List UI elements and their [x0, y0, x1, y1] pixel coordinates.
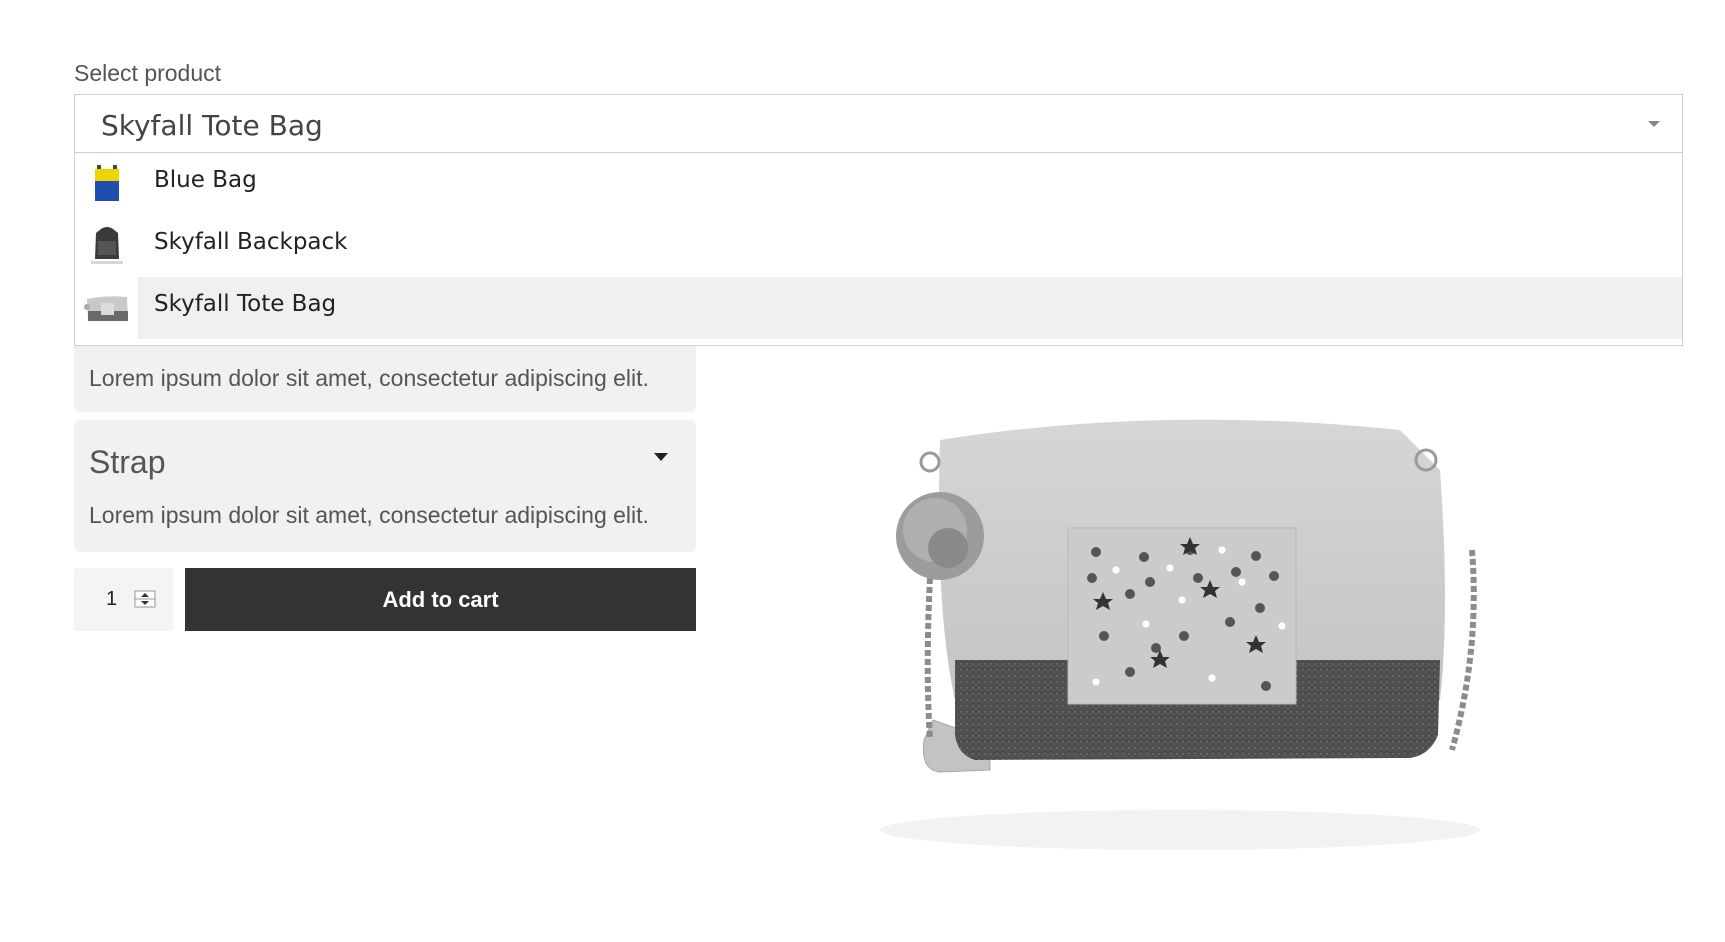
select-product-label: Select product [74, 60, 222, 86]
strap-panel-title: Strap [89, 444, 166, 480]
chevron-down-icon[interactable] [1648, 121, 1660, 127]
panel-description: Lorem ipsum dolor sit amet, consectetur … [89, 502, 649, 528]
product-select[interactable]: Skyfall Tote Bag [74, 94, 1683, 153]
quantity-stepper[interactable]: 1 [74, 568, 173, 631]
panel-description: Lorem ipsum dolor sit amet, consectetur … [89, 365, 649, 391]
product-dropdown-list: Blue Bag Skyfall Backpack Skyfall Tote B… [74, 153, 1683, 346]
strap-panel[interactable]: Strap Lorem ipsum dolor sit amet, consec… [74, 420, 696, 552]
option-blue-bag[interactable]: Blue Bag [75, 153, 1682, 215]
quantity-value: 1 [106, 588, 118, 610]
blue-bag-thumbnail [95, 165, 119, 201]
option-skyfall-backpack[interactable]: Skyfall Backpack [75, 215, 1682, 277]
option-label: Skyfall Tote Bag [154, 291, 337, 317]
option-label: Skyfall Backpack [154, 229, 348, 255]
tote-bag-thumbnail [75, 277, 138, 339]
option-label: Blue Bag [154, 167, 257, 193]
stepper-arrows-icon[interactable] [134, 590, 156, 608]
add-to-cart-button[interactable]: Add to cart [185, 568, 696, 631]
backpack-thumbnail [91, 227, 123, 264]
product-select-value: Skyfall Tote Bag [101, 109, 323, 142]
tote-bag-product-image [880, 419, 1480, 850]
caret-down-icon[interactable] [654, 453, 668, 461]
option-skyfall-tote-bag[interactable]: Skyfall Tote Bag [75, 277, 1682, 339]
